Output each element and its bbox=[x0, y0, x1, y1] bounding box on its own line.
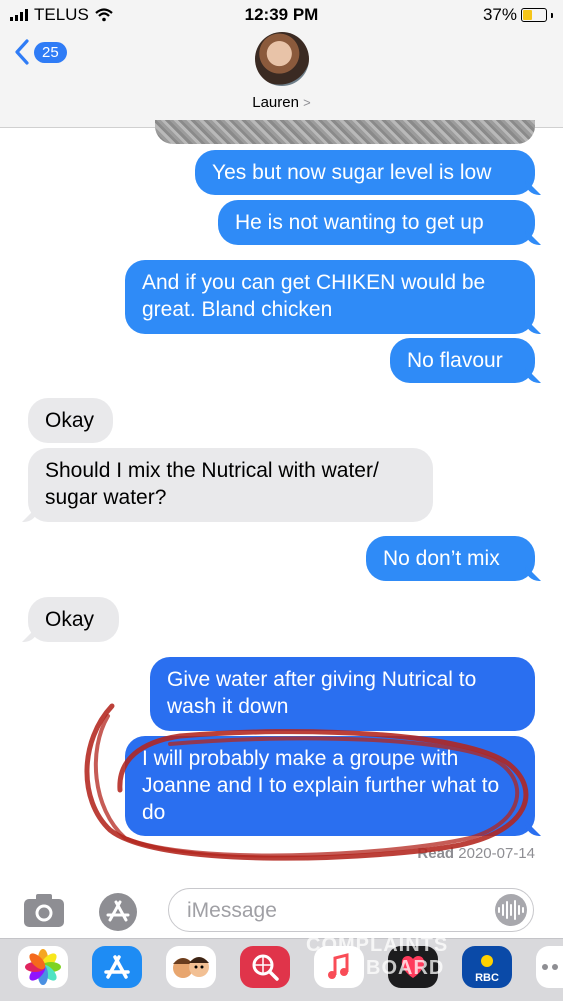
watermark-line-1: COMPLAINTS bbox=[306, 934, 449, 956]
read-label: Read bbox=[417, 845, 455, 862]
chevron-left-icon bbox=[15, 39, 29, 65]
camera-icon[interactable] bbox=[22, 890, 66, 930]
contact-name-button[interactable]: Lauren > bbox=[0, 94, 563, 111]
message-bubble-outgoing[interactable]: Give water after giving Nutrical to wash… bbox=[150, 657, 535, 731]
contact-name: Lauren bbox=[252, 94, 299, 111]
audio-message-icon[interactable] bbox=[495, 894, 527, 926]
message-bubble-incoming[interactable]: Should I mix the Nutrical with water/ su… bbox=[28, 448, 433, 522]
rbc-label: RBC bbox=[475, 972, 499, 984]
watermark-line-2: BOARD bbox=[366, 957, 445, 979]
chevron-right-icon: > bbox=[303, 95, 311, 110]
battery-tip bbox=[551, 12, 553, 18]
read-receipt: Read 2020-07-14 bbox=[417, 845, 535, 862]
battery-info: 37% bbox=[483, 5, 553, 25]
app-store-icon[interactable] bbox=[96, 890, 140, 934]
rbc-icon[interactable]: RBC bbox=[462, 946, 512, 988]
message-bubble-outgoing[interactable]: Yes but now sugar level is low bbox=[195, 150, 535, 195]
message-input[interactable] bbox=[185, 898, 489, 924]
message-bubble-outgoing[interactable]: I will probably make a groupe with Joann… bbox=[125, 736, 535, 836]
message-bubble-outgoing[interactable]: No don’t mix bbox=[366, 536, 535, 581]
message-bubble-outgoing[interactable]: He is not wanting to get up bbox=[218, 200, 535, 245]
status-time: 12:39 PM bbox=[244, 5, 319, 24]
unread-count-badge: 25 bbox=[34, 41, 67, 63]
message-bubble-outgoing[interactable]: And if you can get CHIKEN would be great… bbox=[125, 260, 535, 334]
status-bar: TELUS 12:39 PM 37% bbox=[0, 0, 563, 30]
more-apps-icon[interactable] bbox=[536, 946, 563, 988]
battery-percent: 37% bbox=[482, 5, 517, 24]
complaints-board-watermark: COMPLAINTS BOARD bbox=[306, 934, 448, 980]
contact-avatar[interactable] bbox=[255, 32, 309, 86]
web-search-icon[interactable] bbox=[240, 946, 290, 988]
message-bubble-incoming[interactable]: Okay bbox=[28, 597, 119, 642]
read-date: 2020-07-14 bbox=[458, 845, 535, 862]
image-attachment[interactable] bbox=[155, 120, 535, 144]
message-bubble-incoming[interactable]: Okay bbox=[28, 398, 113, 443]
app-store-drawer-icon[interactable] bbox=[92, 946, 142, 988]
photos-icon[interactable] bbox=[18, 946, 68, 988]
back-button[interactable]: 25 bbox=[14, 38, 67, 66]
battery-icon bbox=[521, 8, 547, 22]
message-bubble-outgoing[interactable]: No flavour bbox=[390, 338, 535, 383]
message-input-container bbox=[168, 888, 534, 932]
memoji-icon[interactable] bbox=[166, 946, 216, 988]
